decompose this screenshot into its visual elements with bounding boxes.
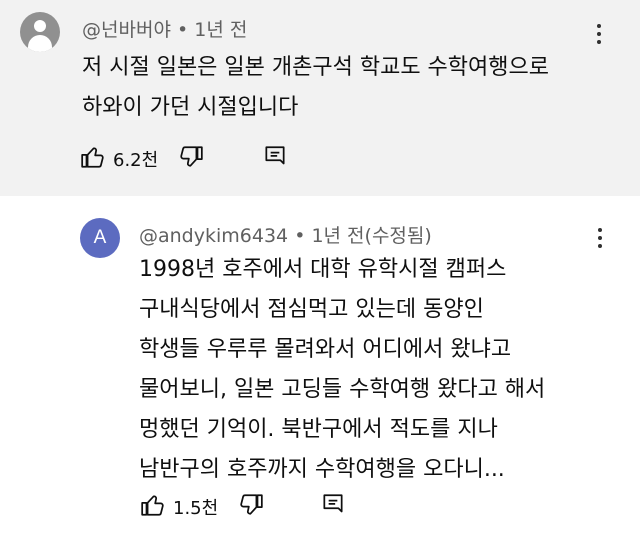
comment-text: 저 시절 일본은 일본 개촌구석 학교도 수학여행으로 하와이 가던 시절입니다 [82, 48, 549, 128]
more-options-icon[interactable] [596, 24, 602, 48]
comment-line: 물어보니, 일본 고딩들 수학여행 왔다고 해서 [139, 377, 546, 402]
reply-icon[interactable] [320, 492, 346, 518]
comment-line: 1998년 호주에서 대학 유학시절 캠퍼스 [139, 257, 507, 282]
comment-card: @넌바버야 • 1년 전 저 시절 일본은 일본 개촌구석 학교도 수학여행으로… [0, 0, 640, 196]
like-count: 6.2천 [113, 150, 159, 171]
comment-time: 1년 전 [194, 19, 248, 41]
comment-line: 하와이 가던 시절입니다 [82, 95, 299, 120]
thumbs-down-icon[interactable] [238, 492, 264, 518]
reply-icon[interactable] [262, 144, 288, 170]
comment-line: 멍했던 기억이. 북반구에서 적도를 지나 [139, 417, 498, 442]
avatar[interactable] [20, 12, 60, 52]
comment-text: 1998년 호주에서 대학 유학시절 캠퍼스 구내식당에서 점심먹고 있는데 동… [139, 250, 545, 490]
comment-meta: @andykim6434 • 1년 전(수정됨) [139, 221, 432, 248]
comment-author[interactable]: @andykim6434 [139, 225, 288, 247]
comment-author[interactable]: @넌바버야 [82, 19, 171, 41]
comment-meta: @넌바버야 • 1년 전 [82, 15, 247, 42]
comment-line: 남반구의 호주까지 수학여행을 오다니... [139, 457, 505, 482]
meta-separator: • [176, 19, 189, 41]
avatar[interactable]: A [80, 218, 120, 258]
thumbs-up-icon[interactable] [80, 144, 106, 170]
reply-card: A @andykim6434 • 1년 전(수정됨) 1998년 호주에서 대학… [0, 196, 640, 542]
comment-line: 저 시절 일본은 일본 개촌구석 학교도 수학여행으로 [82, 55, 550, 80]
comment-time: 1년 전(수정됨) [311, 225, 432, 247]
thumbs-down-icon[interactable] [178, 144, 204, 170]
default-user-avatar-icon [34, 20, 46, 32]
meta-separator: • [294, 225, 306, 247]
more-options-icon[interactable] [597, 228, 603, 252]
comment-line: 구내식당에서 점심먹고 있는데 동양인 [139, 297, 484, 322]
like-count: 1.5천 [173, 498, 219, 519]
comment-line: 학생들 우루루 몰려와서 어디에서 왔냐고 [139, 337, 512, 362]
thumbs-up-icon[interactable] [140, 492, 166, 518]
